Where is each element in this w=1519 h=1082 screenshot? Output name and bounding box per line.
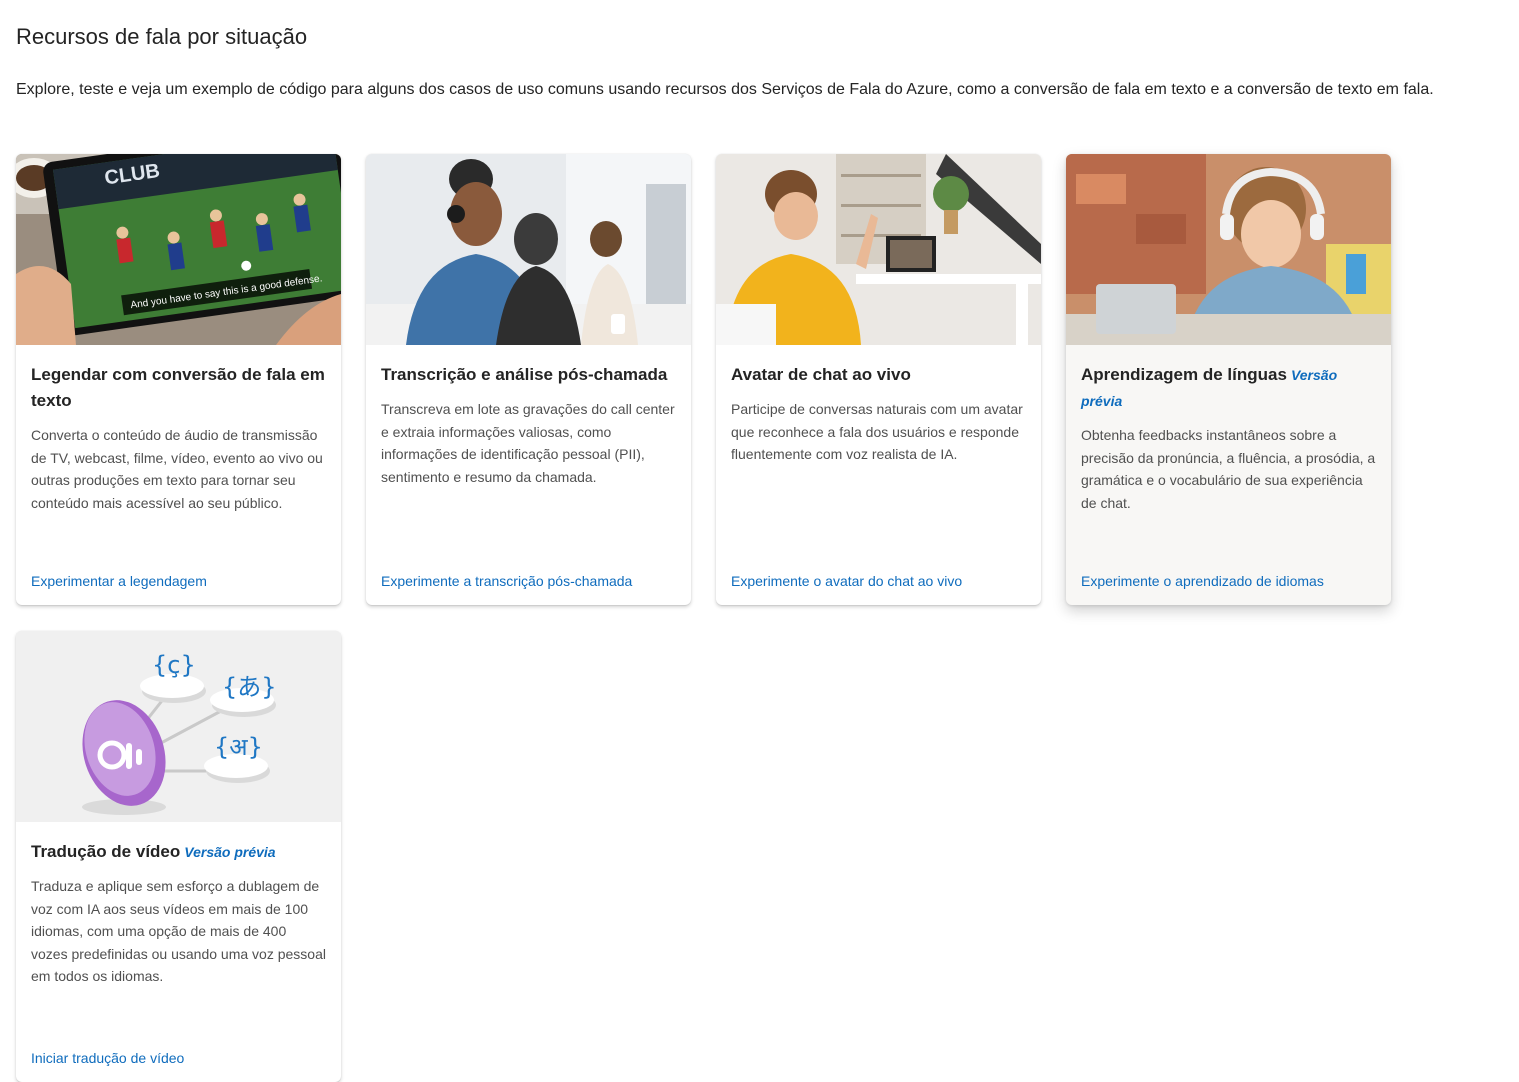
card-post-call[interactable]: Transcrição e análise pós-chamada Transc…	[366, 154, 691, 605]
page-title: Recursos de fala por situação	[16, 24, 308, 49]
start-video-translation-link[interactable]: Iniciar tradução de vídeo	[31, 1050, 184, 1066]
card-live-chat-avatar[interactable]: Avatar de chat ao vivo Participe de conv…	[716, 154, 1041, 605]
card-body: Legendar com conversão de fala em texto …	[31, 362, 326, 514]
card-title-text: Tradução de vídeo	[31, 842, 181, 861]
try-live-chat-avatar-link[interactable]: Experimente o avatar do chat ao vivo	[731, 573, 962, 589]
card-title: Avatar de chat ao vivo	[731, 362, 1026, 388]
glyph-devanagari: {अ}	[214, 733, 263, 761]
card-captioning[interactable]: CLUB And you have to say this is a good …	[16, 154, 341, 605]
card-title-text: Transcrição e análise pós-chamada	[381, 365, 668, 384]
post-call-image	[366, 154, 691, 345]
language-learning-image	[1066, 154, 1391, 345]
card-title-text: Aprendizagem de línguas	[1081, 365, 1287, 384]
card-body: Aprendizagem de línguas Versão prévia Obt…	[1081, 362, 1376, 514]
card-body: Avatar de chat ao vivo Participe de conv…	[731, 362, 1026, 466]
glyph-c-cedilla: {ç}	[152, 651, 196, 679]
glyph-hiragana: {あ}	[222, 673, 277, 701]
card-title: Legendar com conversão de fala em texto	[31, 362, 326, 414]
card-description: Participe de conversas naturais com um a…	[731, 401, 1023, 462]
video-translation-image: {ç} {あ} {अ}	[16, 631, 341, 822]
card-language-learning[interactable]: Aprendizagem de línguas Versão prévia Obt…	[1066, 154, 1391, 605]
card-title: Transcrição e análise pós-chamada	[381, 362, 676, 388]
card-description: Transcreva em lote as gravações do call …	[381, 401, 675, 485]
card-description: Converta o conteúdo de áudio de transmis…	[31, 427, 323, 511]
live-chat-avatar-image	[716, 154, 1041, 345]
try-captioning-link[interactable]: Experimentar a legendagem	[31, 573, 207, 589]
captioning-image: CLUB And you have to say this is a good …	[16, 154, 341, 345]
card-title-text: Avatar de chat ao vivo	[731, 365, 911, 384]
card-video-translation[interactable]: {ç} {あ} {अ} Tradução de vídeo Versão prév…	[16, 631, 341, 1082]
card-body: Tradução de vídeo Versão prévia Traduza e…	[31, 839, 326, 988]
preview-badge: Versão prévia	[184, 844, 276, 860]
card-description: Obtenha feedbacks instantâneos sobre a p…	[1081, 427, 1376, 511]
try-language-learning-link[interactable]: Experimente o aprendizado de idiomas	[1081, 573, 1324, 589]
page-description: Explore, teste e veja um exemplo de códi…	[16, 81, 1434, 98]
card-title: Aprendizagem de línguas Versão prévia	[1081, 362, 1376, 414]
card-description: Traduza e aplique sem esforço a dublagem…	[31, 878, 326, 984]
card-title-text: Legendar com conversão de fala em texto	[31, 365, 325, 410]
card-body: Transcrição e análise pós-chamada Transc…	[381, 362, 676, 488]
try-post-call-link[interactable]: Experimente a transcrição pós-chamada	[381, 573, 632, 589]
card-title: Tradução de vídeo Versão prévia	[31, 839, 326, 865]
